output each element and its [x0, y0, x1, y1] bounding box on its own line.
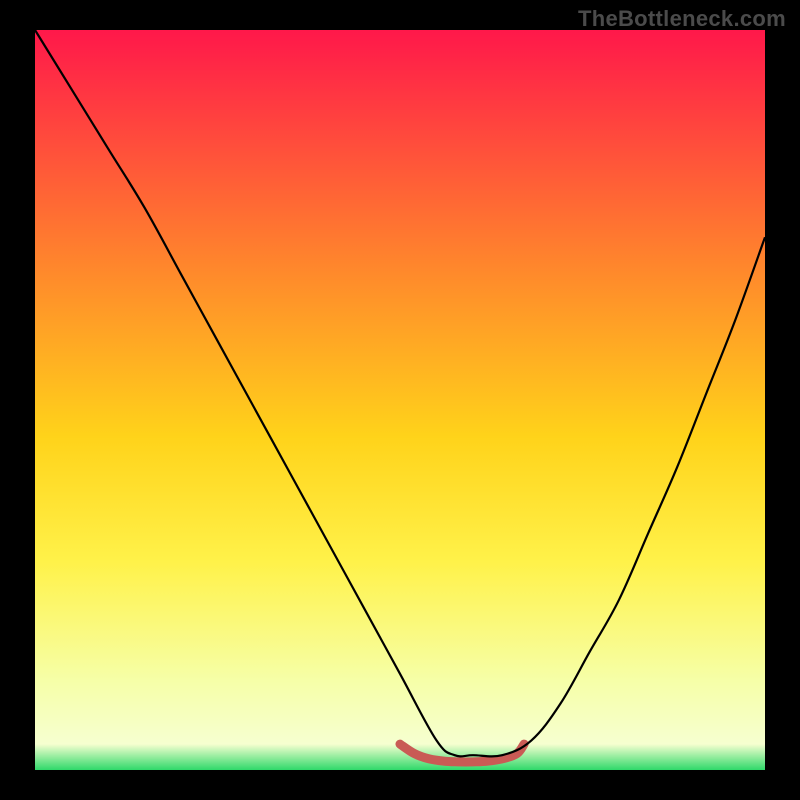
chart-canvas: TheBottleneck.com	[0, 0, 800, 800]
plot-svg	[0, 0, 800, 800]
watermark-text: TheBottleneck.com	[578, 6, 786, 32]
plot-background	[35, 30, 765, 770]
